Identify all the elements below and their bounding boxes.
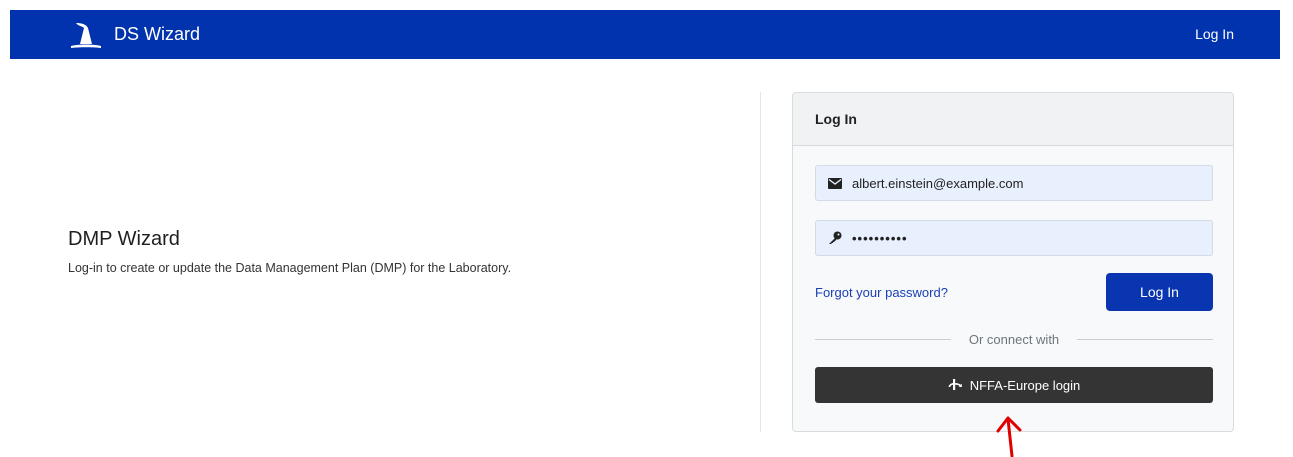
forgot-password-link[interactable]: Forgot your password? xyxy=(815,281,948,305)
intro-description: Log-in to create or update the Data Mana… xyxy=(68,261,512,275)
email-field[interactable]: albert.einstein@example.com xyxy=(815,165,1213,201)
login-submit-button[interactable]: Log In xyxy=(1106,273,1213,311)
login-card: Log In albert.einstein@example.com •••••… xyxy=(792,92,1234,432)
or-divider-line-right xyxy=(1077,338,1214,340)
top-navbar: DS Wizard Log In xyxy=(10,10,1280,59)
nffa-europe-login-button[interactable]: NFFA-Europe login xyxy=(815,367,1213,403)
openid-icon xyxy=(948,379,962,390)
key-icon xyxy=(828,231,846,245)
red-arrow-up-icon xyxy=(996,416,1022,457)
brand-name: DS Wizard xyxy=(114,24,201,44)
intro-title: DMP Wizard xyxy=(68,228,180,250)
envelope-icon xyxy=(828,177,846,189)
wizard-hat-icon xyxy=(71,22,101,48)
login-card-header: Log In xyxy=(793,93,1233,146)
password-value: •••••••••• xyxy=(852,230,908,246)
vertical-divider xyxy=(760,92,761,432)
email-value: albert.einstein@example.com xyxy=(852,175,1024,191)
or-divider-text: Or connect with xyxy=(968,331,1060,347)
nav-login-link[interactable]: Log In xyxy=(1195,10,1234,59)
or-divider-line-left xyxy=(815,338,951,340)
intro-section: DMP Wizard Log-in to create or update th… xyxy=(68,228,511,275)
brand-link[interactable]: DS Wizard xyxy=(68,10,200,59)
or-divider: Or connect with xyxy=(815,329,1214,349)
sso-button-label: NFFA-Europe login xyxy=(969,377,1081,393)
password-field[interactable]: •••••••••• xyxy=(815,220,1213,256)
